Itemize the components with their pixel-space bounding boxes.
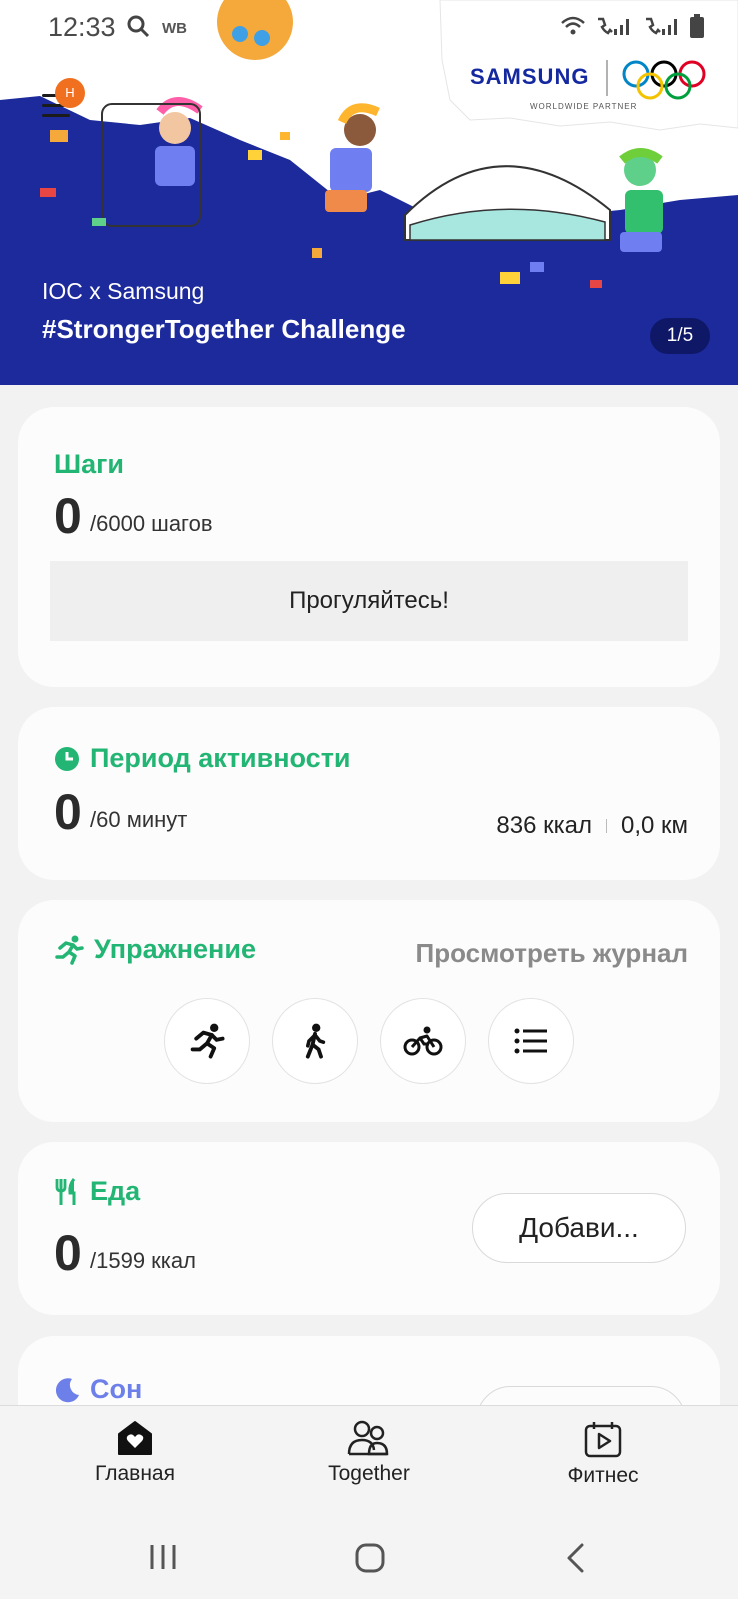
food-header: Еда <box>54 1176 140 1207</box>
promo-banner[interactable]: 12:33 WB H SAMSUNG WORLDWIDE PARTNER IOC… <box>0 0 738 385</box>
nav-fitness[interactable]: Фитнес <box>523 1420 683 1488</box>
take-a-walk-button[interactable]: Прогуляйтесь! <box>50 561 688 641</box>
system-navigation-bar <box>0 1514 738 1599</box>
banner-title: #StrongerTogether Challenge <box>42 314 406 344</box>
more-workouts-button[interactable] <box>488 998 574 1084</box>
running-icon <box>190 1023 225 1059</box>
recent-apps-icon <box>150 1545 176 1569</box>
status-bar: 12:33 WB <box>0 0 738 56</box>
menu-notification-badge: H <box>55 78 85 108</box>
food-card[interactable]: Еда 0 /1599 ккал Добави... <box>18 1142 720 1315</box>
signal-sim2-icon <box>646 17 677 35</box>
list-icon <box>514 1028 547 1054</box>
people-icon <box>347 1420 389 1456</box>
steps-card[interactable]: Шаги 0 /6000 шагов Прогуляйтесь! <box>18 407 720 687</box>
nav-home-label: Главная <box>95 1462 175 1485</box>
running-icon <box>55 935 84 965</box>
food-value: 0 <box>54 1225 82 1281</box>
battery-icon <box>690 14 704 38</box>
recent-apps-button[interactable] <box>148 1542 178 1577</box>
running-workout-button[interactable] <box>164 998 250 1084</box>
steps-goal: /6000 шагов <box>90 511 213 536</box>
home-system-button[interactable] <box>354 1542 386 1579</box>
nav-together-label: Together <box>328 1462 410 1485</box>
partner-caption: WORLDWIDE PARTNER <box>530 102 638 111</box>
active-time-value: 0 <box>54 784 82 840</box>
nav-together[interactable]: Together <box>289 1420 449 1486</box>
active-time-goal: /60 минут <box>90 807 188 832</box>
view-log-link[interactable]: Просмотреть журнал <box>416 938 688 969</box>
active-stats: 836 ккал 0,0 км <box>496 812 688 840</box>
sleep-header: Сон <box>54 1374 142 1405</box>
sleep-title: Сон <box>90 1374 143 1404</box>
walking-workout-button[interactable] <box>272 998 358 1084</box>
moon-icon <box>55 1377 79 1402</box>
active-time-card[interactable]: Период активности 0 /60 минут 836 ккал 0… <box>18 707 720 880</box>
banner-subtitle: IOC x Samsung <box>42 278 205 304</box>
active-time-title: Период активности <box>90 743 351 773</box>
back-chevron-icon <box>567 1543 584 1573</box>
food-goal: /1599 ккал <box>90 1248 196 1273</box>
signal-sim1-icon <box>598 17 629 35</box>
walking-icon <box>305 1023 326 1059</box>
distance-value: 0,0 км <box>620 812 688 839</box>
exercise-title: Упражнение <box>94 934 256 964</box>
bottom-navigation: Главная Together Фитнес <box>0 1405 738 1514</box>
exercise-header: Упражнение <box>54 934 256 965</box>
status-indicators <box>560 14 704 38</box>
steps-value: 0 <box>54 488 82 544</box>
cycling-workout-button[interactable] <box>380 998 466 1084</box>
fork-knife-icon <box>55 1177 76 1205</box>
active-time-header: Период активности <box>54 743 351 774</box>
food-title: Еда <box>90 1176 141 1206</box>
stat-divider <box>605 819 607 833</box>
cycling-icon <box>403 1026 443 1056</box>
samsung-logo: SAMSUNG <box>470 64 590 89</box>
nav-home[interactable]: Главная <box>55 1420 215 1486</box>
wb-notification-icon: WB <box>162 20 187 37</box>
samsung-olympic-partner-logo: SAMSUNG WORLDWIDE PARTNER <box>470 50 710 120</box>
exercise-card[interactable]: Упражнение Просмотреть журнал <box>18 900 720 1122</box>
banner-page-indicator: 1/5 <box>650 318 710 354</box>
home-circle-icon <box>355 1543 385 1573</box>
clock-icon <box>55 746 79 771</box>
status-time: 12:33 <box>48 12 116 42</box>
steps-title: Шаги <box>54 449 124 479</box>
wifi-icon <box>561 16 585 35</box>
nav-fitness-label: Фитнес <box>567 1464 639 1487</box>
hamburger-icon-line <box>42 114 70 117</box>
fitness-video-icon <box>584 1422 622 1458</box>
home-heart-icon <box>118 1421 152 1455</box>
back-button[interactable] <box>564 1542 586 1579</box>
search-icon <box>126 14 150 43</box>
calories-burned: 836 ккал <box>496 812 592 839</box>
add-food-button[interactable]: Добави... <box>472 1193 686 1263</box>
